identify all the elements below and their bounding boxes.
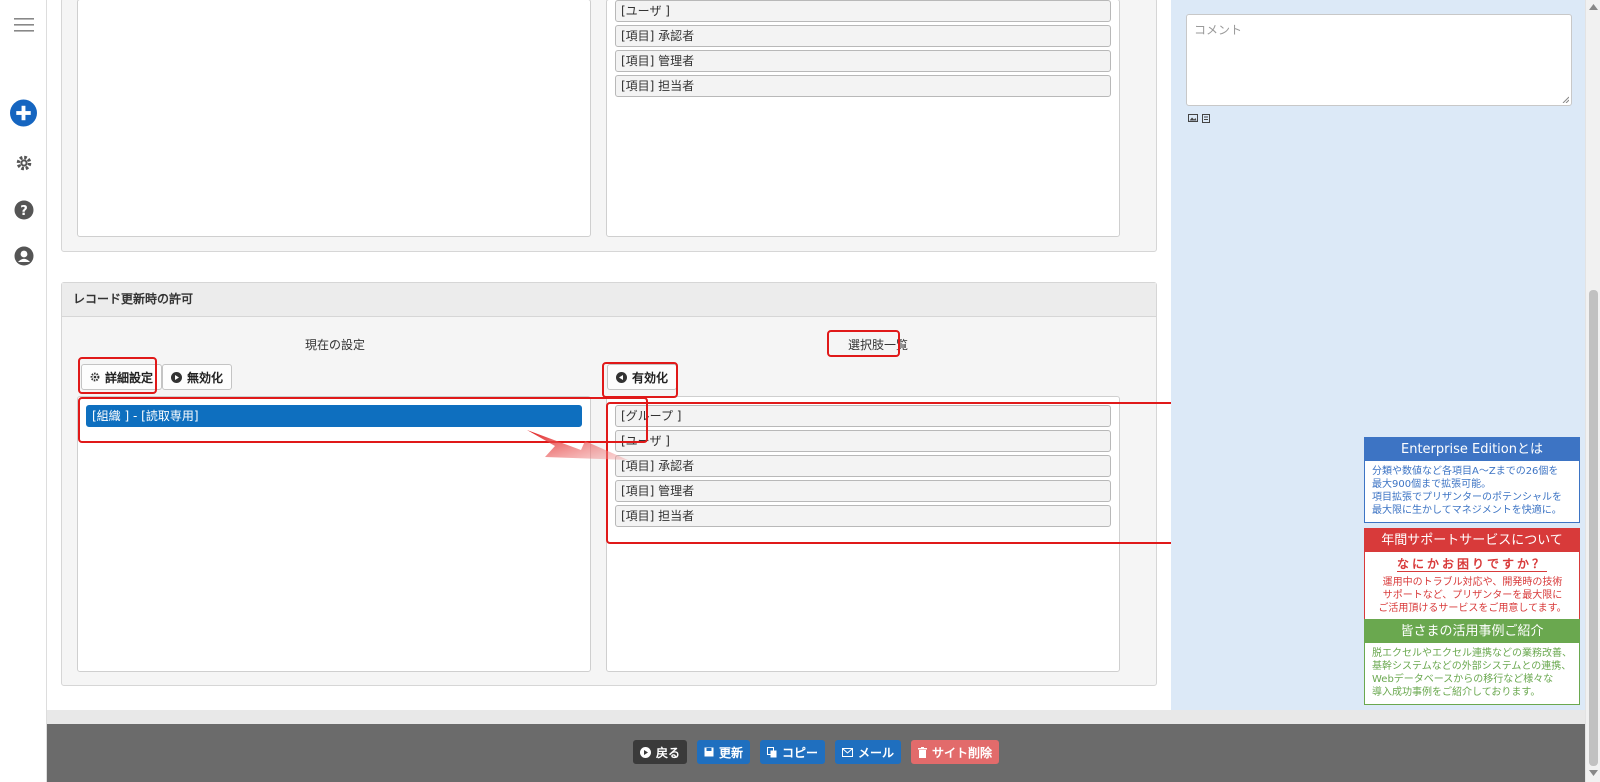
ad-subtitle: なにかお困りですか？	[1365, 555, 1579, 572]
ad-line: 運用中のトラブル対応や、開発時の技術	[1382, 577, 1563, 588]
image-icon[interactable]	[1188, 114, 1198, 122]
bottom-action-bar: 戻る 更新 コピー メール サイト削除	[47, 710, 1585, 782]
mail-label: メール	[858, 745, 895, 760]
update-button[interactable]: 更新	[697, 740, 751, 764]
delete-site-button[interactable]: サイト削除	[911, 740, 1000, 764]
resize-handle-icon[interactable]	[1562, 96, 1569, 103]
ad-title: 年間サポートサービスについて	[1365, 529, 1579, 552]
update-label: 更新	[719, 745, 744, 760]
arrow-annotation	[527, 430, 628, 460]
ad-body: 分類や数値など各項目A～Zまでの26個を 最大900個まで拡張可能。 項目拡張で…	[1365, 461, 1579, 522]
ad-line: Webデータベースからの移行など様々な	[1372, 674, 1554, 685]
ad-line: 最大900個まで拡張可能。	[1372, 479, 1492, 490]
ad-support[interactable]: 年間サポートサービスについて なにかお困りですか？ 運用中のトラブル対応や、開発…	[1364, 528, 1580, 621]
user-icon[interactable]	[10, 242, 37, 269]
help-icon[interactable]: ?	[10, 196, 37, 223]
mail-icon	[842, 747, 853, 757]
ad-line: ご活用頂けるサービスをご用意してます。	[1378, 603, 1567, 614]
add-icon[interactable]	[10, 99, 37, 126]
scroll-down-icon[interactable]	[1589, 770, 1598, 776]
copy-label: コピー	[782, 745, 819, 760]
comment-placeholder: コメント	[1194, 23, 1243, 37]
back-circle-icon	[640, 746, 651, 758]
file-icon[interactable]	[1202, 114, 1210, 123]
scrollbar-thumb[interactable]	[1589, 290, 1598, 766]
ad-title: Enterprise Editionとは	[1365, 438, 1579, 461]
ad-title: 皆さまの活用事例ご紹介	[1365, 620, 1579, 643]
left-rail: ?	[0, 0, 47, 782]
menu-icon[interactable]	[10, 11, 37, 38]
ad-subtitle-text: なにかお困りですか？	[1396, 557, 1547, 572]
scroll-up-icon[interactable]	[1589, 4, 1598, 10]
ad-line: 基幹システムなどの外部システムとの連携、	[1372, 661, 1572, 672]
back-button[interactable]: 戻る	[633, 740, 688, 764]
ad-body: 運用中のトラブル対応や、開発時の技術 サポートなど、プリザンターを最大限に ご活…	[1365, 572, 1579, 620]
page-scrollbar[interactable]	[1585, 0, 1600, 782]
svg-text:?: ?	[20, 204, 28, 219]
back-label: 戻る	[656, 745, 681, 760]
ad-body: 脱エクセルやエクセル連携などの業務改善、 基幹システムなどの外部システムとの連携…	[1365, 643, 1579, 704]
save-icon	[704, 747, 714, 757]
copy-icon	[767, 746, 777, 757]
ad-line: サポートなど、プリザンターを最大限に	[1382, 590, 1563, 601]
ad-line: 導入成功事例をご紹介しております。	[1372, 687, 1541, 698]
copy-button[interactable]: コピー	[760, 740, 826, 764]
trash-icon	[918, 746, 927, 758]
ad-line: 項目拡張でプリザンターのポテンシャルを	[1372, 492, 1562, 503]
side-panel: コメント Enterprise Editionとは 分類や数値など各項目A～Zま…	[1171, 0, 1585, 710]
gear-icon[interactable]	[10, 149, 37, 176]
main-content: [ユーザ ] [項目] 承認者 [項目] 管理者 [項目] 担当者 レコード更新…	[47, 0, 1192, 710]
mail-button[interactable]: メール	[835, 740, 902, 764]
ad-case-studies[interactable]: 皆さまの活用事例ご紹介 脱エクセルやエクセル連携などの業務改善、 基幹システムな…	[1364, 619, 1580, 705]
delete-site-label: サイト削除	[932, 745, 993, 760]
comment-textarea[interactable]: コメント	[1186, 14, 1572, 106]
ad-line: 脱エクセルやエクセル連携などの業務改善、	[1372, 648, 1572, 659]
ad-enterprise[interactable]: Enterprise Editionとは 分類や数値など各項目A～Zまでの26個…	[1364, 437, 1580, 523]
ad-line: 分類や数値など各項目A～Zまでの26個を	[1372, 466, 1559, 477]
ad-line: 最大限に生かしてマネジメントを快適に。	[1372, 505, 1562, 516]
